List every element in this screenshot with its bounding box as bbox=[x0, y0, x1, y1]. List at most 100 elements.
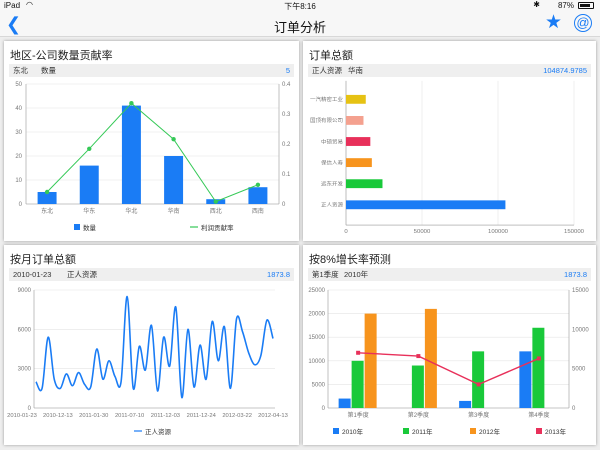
y-tick-label: 30 bbox=[15, 130, 22, 136]
x-tick-label: 2011-12-24 bbox=[187, 413, 217, 419]
x-tick-label: 西北 bbox=[210, 207, 222, 215]
y-tick-label: 20000 bbox=[308, 312, 325, 318]
legend-label: 正人资源 bbox=[145, 427, 172, 436]
y2-tick-label: 0 bbox=[282, 202, 286, 208]
forecast-point-第3季度 bbox=[476, 382, 481, 387]
x-tick-label: 西南 bbox=[252, 207, 264, 215]
y2-tick-label: 0 bbox=[572, 406, 576, 412]
x-tick-label: 2010-01-23 bbox=[7, 413, 37, 419]
legend-swatch-bar bbox=[74, 224, 80, 230]
x-tick-label: 2011-12-03 bbox=[151, 413, 180, 419]
star-icon[interactable]: ★ bbox=[545, 13, 562, 33]
y-tick-label: 保信人寿 bbox=[321, 159, 343, 166]
x-tick-label: 华北 bbox=[125, 207, 137, 215]
x-tick-label: 0 bbox=[344, 229, 347, 235]
bar-2011年-第1季度 bbox=[351, 360, 364, 408]
y-tick-label: 0 bbox=[28, 406, 32, 412]
status-bar: iPad ◠ 下午8:16 ✱ 87% bbox=[0, 0, 600, 12]
forecast-point-第2季度 bbox=[416, 354, 421, 359]
battery-percent: 87% bbox=[557, 1, 574, 10]
contribution-point-西南 bbox=[255, 182, 261, 187]
y-tick-label: 3000 bbox=[18, 367, 32, 373]
monthly-orders-card: 按月订单总额 2010-01-23 正人资源 1873.8 0 3000 6000 9… bbox=[4, 245, 299, 445]
y-tick-label: 10 bbox=[15, 178, 22, 184]
legend-label: 2010年 bbox=[342, 427, 363, 436]
y-tick-label: 国顶有限公司 bbox=[310, 117, 343, 124]
y-tick-label: 40 bbox=[15, 106, 22, 112]
y-tick-label: 0 bbox=[19, 202, 23, 208]
bar-2012年-第2季度 bbox=[424, 308, 437, 408]
y2-tick-label: 0.4 bbox=[282, 82, 291, 88]
x-tick-label: 第2季度 bbox=[408, 411, 429, 419]
order-total-line bbox=[35, 295, 274, 399]
contribution-line bbox=[46, 102, 259, 203]
y-tick-label: 20 bbox=[15, 154, 22, 160]
x-tick-label: 2012-04-13 bbox=[258, 413, 288, 419]
y-tick-label: 远东开发 bbox=[321, 180, 343, 187]
navigation-bar: ❮ 订单分析 ★ @ bbox=[0, 12, 600, 37]
bar-一汽精密工业 bbox=[346, 94, 366, 104]
legend-swatch bbox=[470, 428, 476, 434]
x-tick-label: 华南 bbox=[168, 207, 180, 215]
bar-2012年-第1季度 bbox=[364, 313, 377, 408]
x-tick-label: 2010-12-13 bbox=[43, 413, 73, 419]
y-tick-label: 15000 bbox=[308, 335, 325, 341]
y-tick-label: 5000 bbox=[312, 382, 326, 388]
x-tick-label: 2011-01-30 bbox=[79, 413, 108, 419]
y-tick-label: 9000 bbox=[18, 288, 32, 294]
bar-保信人寿 bbox=[346, 158, 372, 168]
bar-国顶有限公司 bbox=[346, 116, 364, 125]
page-title: 订单分析 bbox=[273, 20, 326, 35]
x-tick-label: 第4季度 bbox=[528, 411, 549, 419]
y-tick-label: 正人资源 bbox=[321, 201, 344, 208]
y2-tick-label: 0.2 bbox=[282, 142, 291, 148]
bar-华东 bbox=[79, 165, 99, 204]
legend-label: 2012年 bbox=[479, 427, 500, 436]
y-tick-label: 10000 bbox=[308, 359, 325, 365]
legend-label: 2013年 bbox=[545, 427, 566, 436]
x-tick-label: 50000 bbox=[414, 229, 431, 235]
legend-label: 数量 bbox=[83, 223, 97, 232]
legend-label: 2011年 bbox=[412, 427, 433, 436]
bluetooth-icon: ✱ bbox=[533, 0, 540, 9]
x-tick-label: 100000 bbox=[488, 229, 508, 235]
bar-2010年-第3季度 bbox=[459, 400, 472, 408]
monthly-orders-chart[interactable]: 0 3000 6000 9000 2010-01-23 2010-12-13 2011-01… bbox=[4, 245, 299, 445]
legend-label: 利润贡献率 bbox=[201, 223, 234, 232]
x-tick-label: 第1季度 bbox=[347, 411, 368, 419]
y2-tick-label: 0.1 bbox=[282, 172, 291, 178]
bar-华北 bbox=[121, 105, 141, 204]
bar-西南 bbox=[248, 187, 268, 204]
order-total-chart[interactable]: 0 50000 100000 150000 一汽精密工业国顶有限公司中硕贸易保信人寿远东… bbox=[303, 41, 596, 241]
battery-icon bbox=[578, 2, 594, 9]
bar-2011年-第2季度 bbox=[411, 365, 424, 408]
y-tick-label: 一汽精密工业 bbox=[310, 95, 343, 102]
order-total-card: 订单总额 正人资源 华南 104874.9785 0 50000 100000 150… bbox=[303, 41, 596, 241]
y2-tick-label: 15000 bbox=[572, 288, 589, 294]
x-tick-label: 第3季度 bbox=[468, 411, 489, 419]
contribution-point-西北 bbox=[213, 199, 218, 204]
bar-2010年-第1季度 bbox=[338, 398, 351, 408]
y2-tick-label: 5000 bbox=[572, 367, 586, 373]
region-chart[interactable]: 0 10 20 30 40 50 0 0.1 0.2 0.3 0.4 东北 华东 华北 华南 西北 西南数量 利润… bbox=[4, 41, 299, 241]
x-tick-label: 2012-03-22 bbox=[222, 413, 252, 419]
growth-forecast-chart[interactable]: 0 5000 10000 15000 20000 25000 0 5000 10000 15000… bbox=[303, 245, 596, 445]
contribution-point-华南 bbox=[171, 137, 176, 142]
x-tick-label: 东北 bbox=[41, 207, 53, 215]
bar-正人资源 bbox=[346, 200, 506, 210]
y-tick-label: 25000 bbox=[308, 288, 325, 294]
bar-远东开发 bbox=[346, 179, 383, 189]
bar-华南 bbox=[164, 156, 184, 204]
legend-swatch bbox=[536, 428, 542, 434]
y-tick-label: 50 bbox=[15, 82, 22, 88]
forecast-line bbox=[358, 352, 540, 386]
at-icon[interactable]: @ bbox=[574, 14, 592, 32]
x-tick-label: 华东 bbox=[83, 207, 95, 215]
y-tick-label: 0 bbox=[322, 406, 326, 412]
x-tick-label: 150000 bbox=[564, 229, 584, 235]
bar-2011年-第4季度 bbox=[532, 327, 545, 408]
y2-tick-label: 0.3 bbox=[282, 112, 291, 118]
forecast-point-第4季度 bbox=[536, 356, 541, 361]
contribution-point-东北 bbox=[44, 189, 50, 195]
y-tick-label: 中硕贸易 bbox=[321, 138, 343, 145]
